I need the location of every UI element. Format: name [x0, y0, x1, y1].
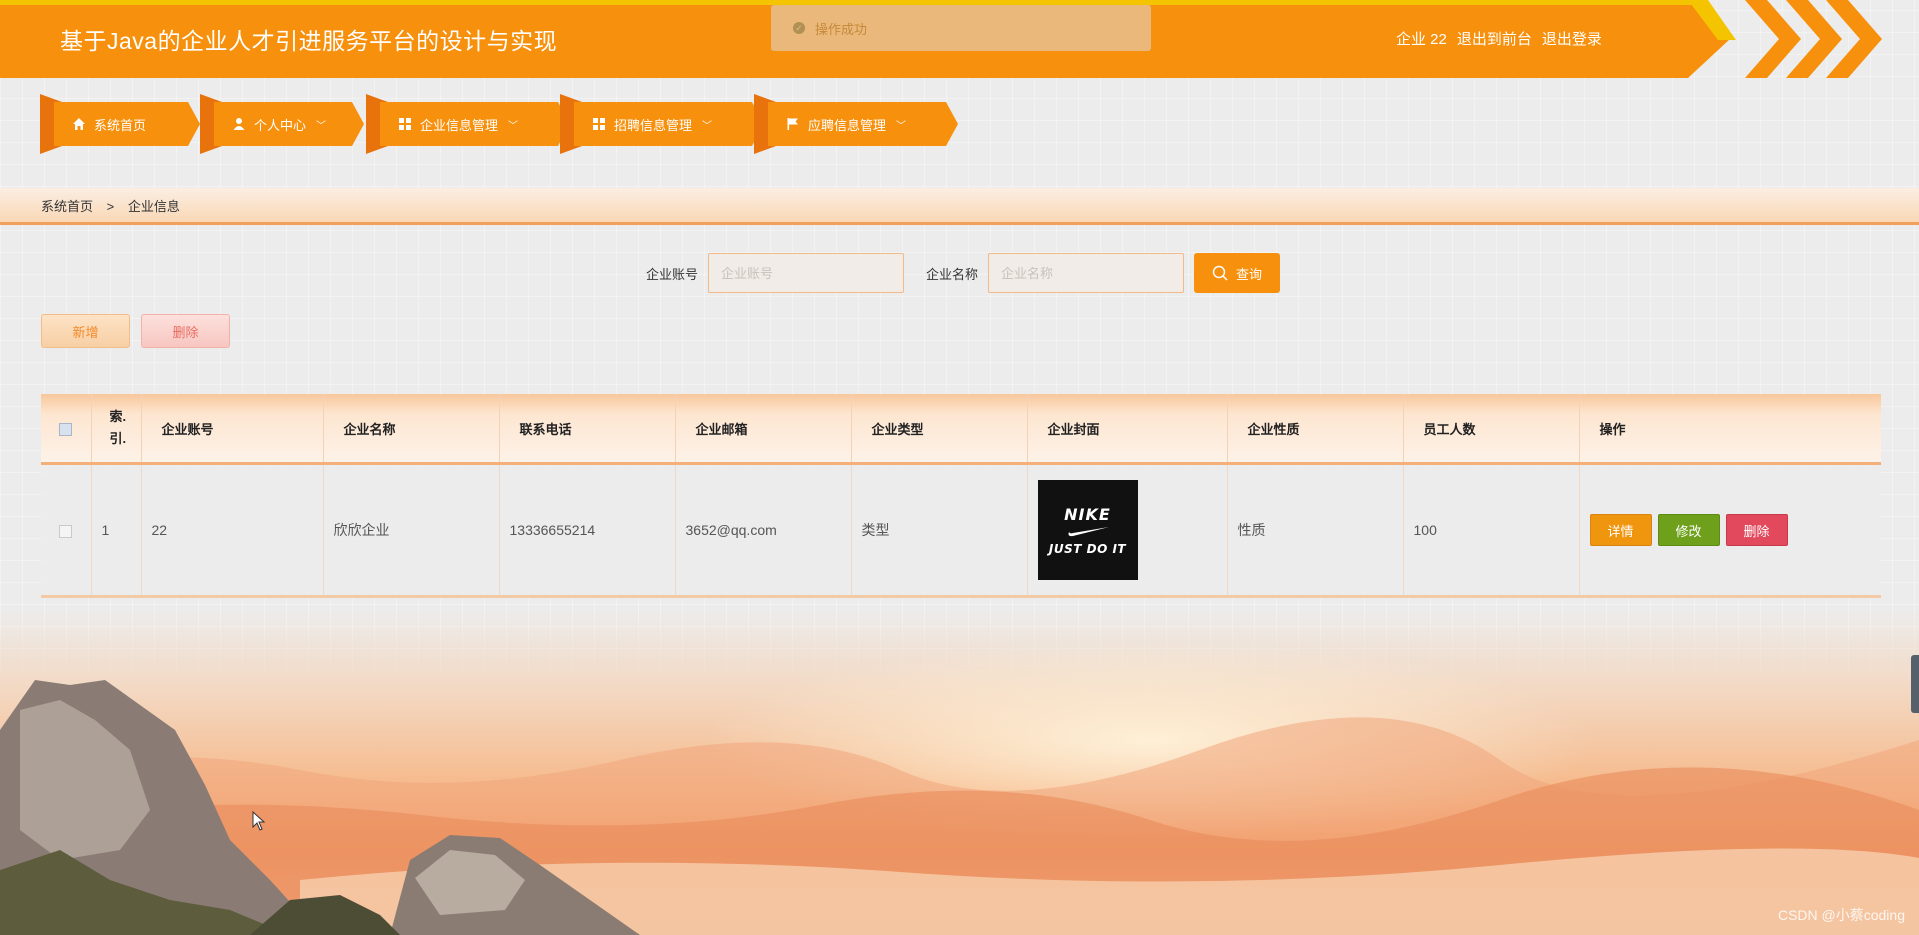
nav-label: 企业信息管理 [420, 117, 499, 133]
row-actions: 详情 修改 删除 [1589, 514, 1872, 546]
name-label: 企业名称 [926, 266, 979, 282]
cell-email: 3652@qq.com [674, 463, 851, 598]
column-header-employees: 员工人数 [1402, 394, 1579, 465]
column-header-index: 索. 引. [90, 394, 141, 465]
flag-icon [787, 118, 798, 130]
breadcrumb-current: 企业信息 [127, 199, 180, 214]
nav-label: 系统首页 [94, 117, 147, 133]
table-header-row: 索. 引. 企业账号 企业名称 联系电话 企业邮箱 企业类型 企业封面 企业性质… [41, 394, 1881, 465]
cell-actions: 详情 修改 删除 [1578, 463, 1881, 598]
nav-item-body: 应聘信息管理 ﹀ [768, 102, 946, 146]
index-header-line: 索. [109, 409, 127, 424]
nav-item-body: 招聘信息管理 ﹀ [574, 102, 752, 146]
delete-button[interactable]: 删除 [1725, 514, 1788, 546]
header-user-area: 企业 22 退出到前台 退出登录 [1396, 28, 1602, 49]
home-icon [73, 118, 85, 130]
nav-item-body: 系统首页 [54, 102, 188, 146]
grid-icon [399, 118, 411, 130]
chevron-down-icon: ﹀ [896, 120, 907, 132]
column-header-phone: 联系电话 [498, 394, 675, 465]
cell-nature: 性质 [1226, 463, 1403, 598]
cell-employees: 100 [1402, 463, 1579, 598]
column-header-account: 企业账号 [140, 394, 323, 465]
cell-index: 1 [90, 463, 141, 598]
breadcrumb-separator: > [106, 199, 115, 214]
table-row: 1 22 欣欣企业 13336655214 3652@qq.com 类型 NIK… [41, 463, 1881, 598]
toast-message: 操作成功 [815, 21, 868, 37]
select-all-checkbox[interactable] [59, 422, 73, 436]
cell-phone: 13336655214 [498, 463, 675, 598]
add-button[interactable]: 新增 [41, 314, 130, 348]
column-header-name: 企业名称 [322, 394, 499, 465]
back-to-front-link[interactable]: 退出到前台 [1457, 28, 1532, 49]
search-bar: 企业账号 企业名称 查询 [646, 253, 1281, 293]
query-button-label: 查询 [1236, 266, 1263, 282]
column-header-email: 企业邮箱 [674, 394, 851, 465]
side-scroll-handle[interactable] [1911, 655, 1919, 713]
breadcrumb-home[interactable]: 系统首页 [41, 199, 93, 214]
row-select-cell [41, 463, 91, 598]
mountains-illustration [0, 680, 1919, 935]
watermark: CSDN @小蔡coding [1777, 907, 1905, 923]
column-header-nature: 企业性质 [1226, 394, 1403, 465]
cover-brand: NIKE [1064, 504, 1111, 524]
edit-button[interactable]: 修改 [1657, 514, 1720, 546]
nav-label: 个人中心 [254, 117, 307, 133]
nav-label: 招聘信息管理 [614, 117, 693, 133]
chevron-down-icon: ﹀ [508, 120, 519, 132]
account-label: 企业账号 [646, 266, 699, 282]
column-header-type: 企业类型 [850, 394, 1027, 465]
row-checkbox[interactable] [59, 524, 73, 538]
user-icon [233, 118, 245, 130]
column-header-actions: 操作 [1578, 394, 1881, 465]
index-header-line: 引. [109, 431, 127, 446]
cell-name: 欣欣企业 [322, 463, 499, 598]
breadcrumb-band: 系统首页 > 企业信息 [0, 188, 1919, 225]
query-button[interactable]: 查询 [1194, 253, 1281, 293]
check-circle-icon: ✓ [793, 22, 805, 34]
nav-item-body: 企业信息管理 ﹀ [380, 102, 558, 146]
chevron-down-icon: ﹀ [702, 120, 713, 132]
chevron-down-icon: ﹀ [316, 120, 327, 132]
site-title: 基于Java的企业人才引进服务平台的设计与实现 [60, 28, 558, 54]
breadcrumb: 系统首页 > 企业信息 [41, 196, 180, 215]
column-header-cover: 企业封面 [1026, 394, 1227, 465]
account-search-input[interactable] [708, 253, 905, 293]
success-toast: ✓ 操作成功 [771, 5, 1151, 51]
select-all-cell [41, 394, 91, 465]
current-user: 企业 22 [1396, 31, 1447, 48]
detail-button[interactable]: 详情 [1589, 514, 1652, 546]
logout-link[interactable]: 退出登录 [1542, 28, 1602, 49]
grid-icon [593, 118, 605, 130]
cell-cover: NIKE JUST DO IT [1026, 463, 1227, 598]
header-chevron-decoration [1745, 0, 1801, 78]
nav-item-body: 个人中心 ﹀ [214, 102, 352, 146]
cover-slogan: JUST DO IT [1048, 541, 1127, 556]
mouse-cursor-icon [252, 811, 266, 831]
company-table: 索. 引. 企业账号 企业名称 联系电话 企业邮箱 企业类型 企业封面 企业性质… [41, 394, 1881, 598]
cell-account: 22 [140, 463, 323, 598]
search-icon [1212, 265, 1228, 281]
name-search-input[interactable] [988, 253, 1185, 293]
nav-label: 应聘信息管理 [808, 117, 887, 133]
cell-type: 类型 [850, 463, 1027, 598]
swoosh-icon [1068, 526, 1109, 536]
landscape-background [0, 610, 1919, 935]
company-cover-image: NIKE JUST DO IT [1037, 480, 1138, 580]
batch-delete-button[interactable]: 删除 [141, 314, 230, 348]
